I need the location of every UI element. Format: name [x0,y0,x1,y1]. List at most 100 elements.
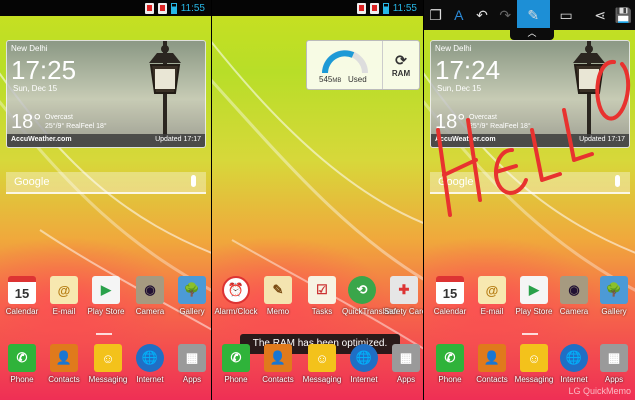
weather-condition: Overcast 25°/9° RealFeel 18° [469,113,531,131]
app-label: Apps [604,375,624,384]
app-label: Internet [350,375,378,384]
google-search-bar[interactable]: Google [6,172,206,194]
mic-icon[interactable] [191,175,196,187]
notification-icon [369,2,379,14]
share-icon[interactable]: ⋖ [589,0,612,30]
dock: ✆ Phone 👤 Contacts ☺ Messaging 🌐 Internet ▦ A… [212,344,423,400]
app-label: Safety Care [384,307,423,316]
home-screen-left: 11:55 New Delhi 17:25 Sun, Dec 15 18° Ov… [0,0,211,400]
save-icon[interactable]: 💾 [612,0,635,30]
dock-internet[interactable]: 🌐 Internet [128,344,172,384]
dock-phone[interactable]: ✆ Phone [214,344,258,384]
contacts-icon: 👤 [478,344,506,372]
mic-icon[interactable] [615,175,620,187]
weather-updated: Updated 17:17 [155,136,201,143]
dock-phone[interactable]: ✆ Phone [0,344,44,384]
undo-icon[interactable]: ↶ [470,0,493,30]
app-row: 15 Calendar @ E-mail ▶ Play Store ◉ Camera 🌳… [0,276,211,326]
ram-clean-button[interactable]: ⟳ RAM [383,41,419,89]
app-camera[interactable]: ◉ Camera [552,276,596,316]
messaging-icon: ☺ [94,344,122,372]
copy-icon[interactable]: ❐ [424,0,447,30]
phone-icon: ✆ [8,344,36,372]
app-memo[interactable]: ✎ Memo [256,276,300,316]
app-calendar[interactable]: 15 Calendar [428,276,472,316]
app-safety-care[interactable]: ✚ Safety Care [384,276,423,316]
notification-icon [157,2,167,14]
app-row: ⏰ Alarm/Clock ✎ Memo ☑ Tasks ⟲ QuickTranslat… [212,276,423,326]
app-alarm-clock[interactable]: ⏰ Alarm/Clock [214,276,258,316]
weather-updated: Updated 17:17 [579,136,625,143]
app-label: Phone [224,375,248,384]
app-gallery[interactable]: 🌳 Gallery [170,276,211,316]
dock-apps[interactable]: ▦ Apps [170,344,211,384]
weather-widget[interactable]: New Delhi 17:24 Sun, Dec 15 18° Overcast… [430,40,630,148]
dock: ✆ Phone 👤 Contacts ☺ Messaging 🌐 Internet ▦ A… [0,344,211,400]
app-tasks[interactable]: ☑ Tasks [300,276,344,316]
ram-gauge: 545MB Used [307,41,383,89]
refresh-icon: ⟳ [395,52,407,68]
ram-button-label: RAM [391,69,411,78]
battery-icon [382,2,389,14]
app-camera[interactable]: ◉ Camera [128,276,172,316]
home-screen-middle: 11:55 545MB Used ⟳ RAM ⏰ Alarm/Clock ✎ Mem… [212,0,423,400]
dock-contacts[interactable]: 👤 Contacts [470,344,514,384]
contacts-icon: 👤 [50,344,78,372]
redo-icon[interactable]: ↷ [494,0,517,30]
text-icon[interactable]: A [447,0,470,30]
dock-internet[interactable]: 🌐 Internet [552,344,596,384]
app-label: Alarm/Clock [214,307,258,316]
quickmemo-watermark: LG QuickMemo [568,386,631,396]
app-label: Gallery [601,307,627,316]
dock-messaging[interactable]: ☺ Messaging [86,344,130,384]
app-label: Messaging [88,375,128,384]
weather-city: New Delhi [435,44,472,53]
dock-messaging[interactable]: ☺ Messaging [300,344,344,384]
app-label: Calendar [5,307,39,316]
app-label: Contacts [48,375,80,384]
app-play-store[interactable]: ▶ Play Store [512,276,556,316]
app-calendar[interactable]: 15 Calendar [0,276,44,316]
weather-brand: AccuWeather.com [11,136,72,143]
dock-internet[interactable]: 🌐 Internet [342,344,386,384]
camera-icon: ◉ [560,276,588,304]
weather-widget[interactable]: New Delhi 17:25 Sun, Dec 15 18° Overcast… [6,40,206,148]
phone-icon: ✆ [222,344,250,372]
weather-brand: AccuWeather.com [435,136,496,143]
dock-apps[interactable]: ▦ Apps [592,344,635,384]
toolbar-collapse-tab[interactable]: ︿ [510,28,554,40]
dock-apps[interactable]: ▦ Apps [384,344,423,384]
ram-value: 545 [319,75,333,84]
eraser-icon[interactable]: ▭ [550,0,583,30]
dock-phone[interactable]: ✆ Phone [428,344,472,384]
weather-date: Sun, Dec 15 [13,84,58,93]
app-label: Phone [438,375,462,384]
app-label: Play Store [515,307,553,316]
app-email[interactable]: @ E-mail [470,276,514,316]
pen-icon[interactable]: ✎ [516,0,550,30]
notification-icon [144,2,154,14]
app-row: 15 Calendar @ E-mail ▶ Play Store ◉ Camera 🌳… [424,276,635,326]
weather-condition-text: Overcast [469,114,498,121]
app-label: Camera [135,307,165,316]
dock-contacts[interactable]: 👤 Contacts [42,344,86,384]
app-label: Camera [559,307,589,316]
memo-icon: ✎ [264,276,292,304]
app-email[interactable]: @ E-mail [42,276,86,316]
app-quicktranslator[interactable]: ⟲ QuickTranslator [342,276,398,316]
dock-contacts[interactable]: 👤 Contacts [256,344,300,384]
weather-brand-bar: AccuWeather.com Updated 17:17 [7,134,205,147]
play-store-icon: ▶ [92,276,120,304]
internet-icon: 🌐 [350,344,378,372]
app-label: Contacts [262,375,294,384]
page-indicator [96,333,112,335]
app-gallery[interactable]: 🌳 Gallery [592,276,635,316]
app-play-store[interactable]: ▶ Play Store [84,276,128,316]
google-search-bar[interactable]: Google [430,172,630,194]
dock-messaging[interactable]: ☺ Messaging [512,344,556,384]
app-label: Internet [136,375,164,384]
contacts-icon: 👤 [264,344,292,372]
app-label: Messaging [302,375,342,384]
apps-grid-icon: ▦ [392,344,420,372]
ram-widget[interactable]: 545MB Used ⟳ RAM [306,40,420,90]
